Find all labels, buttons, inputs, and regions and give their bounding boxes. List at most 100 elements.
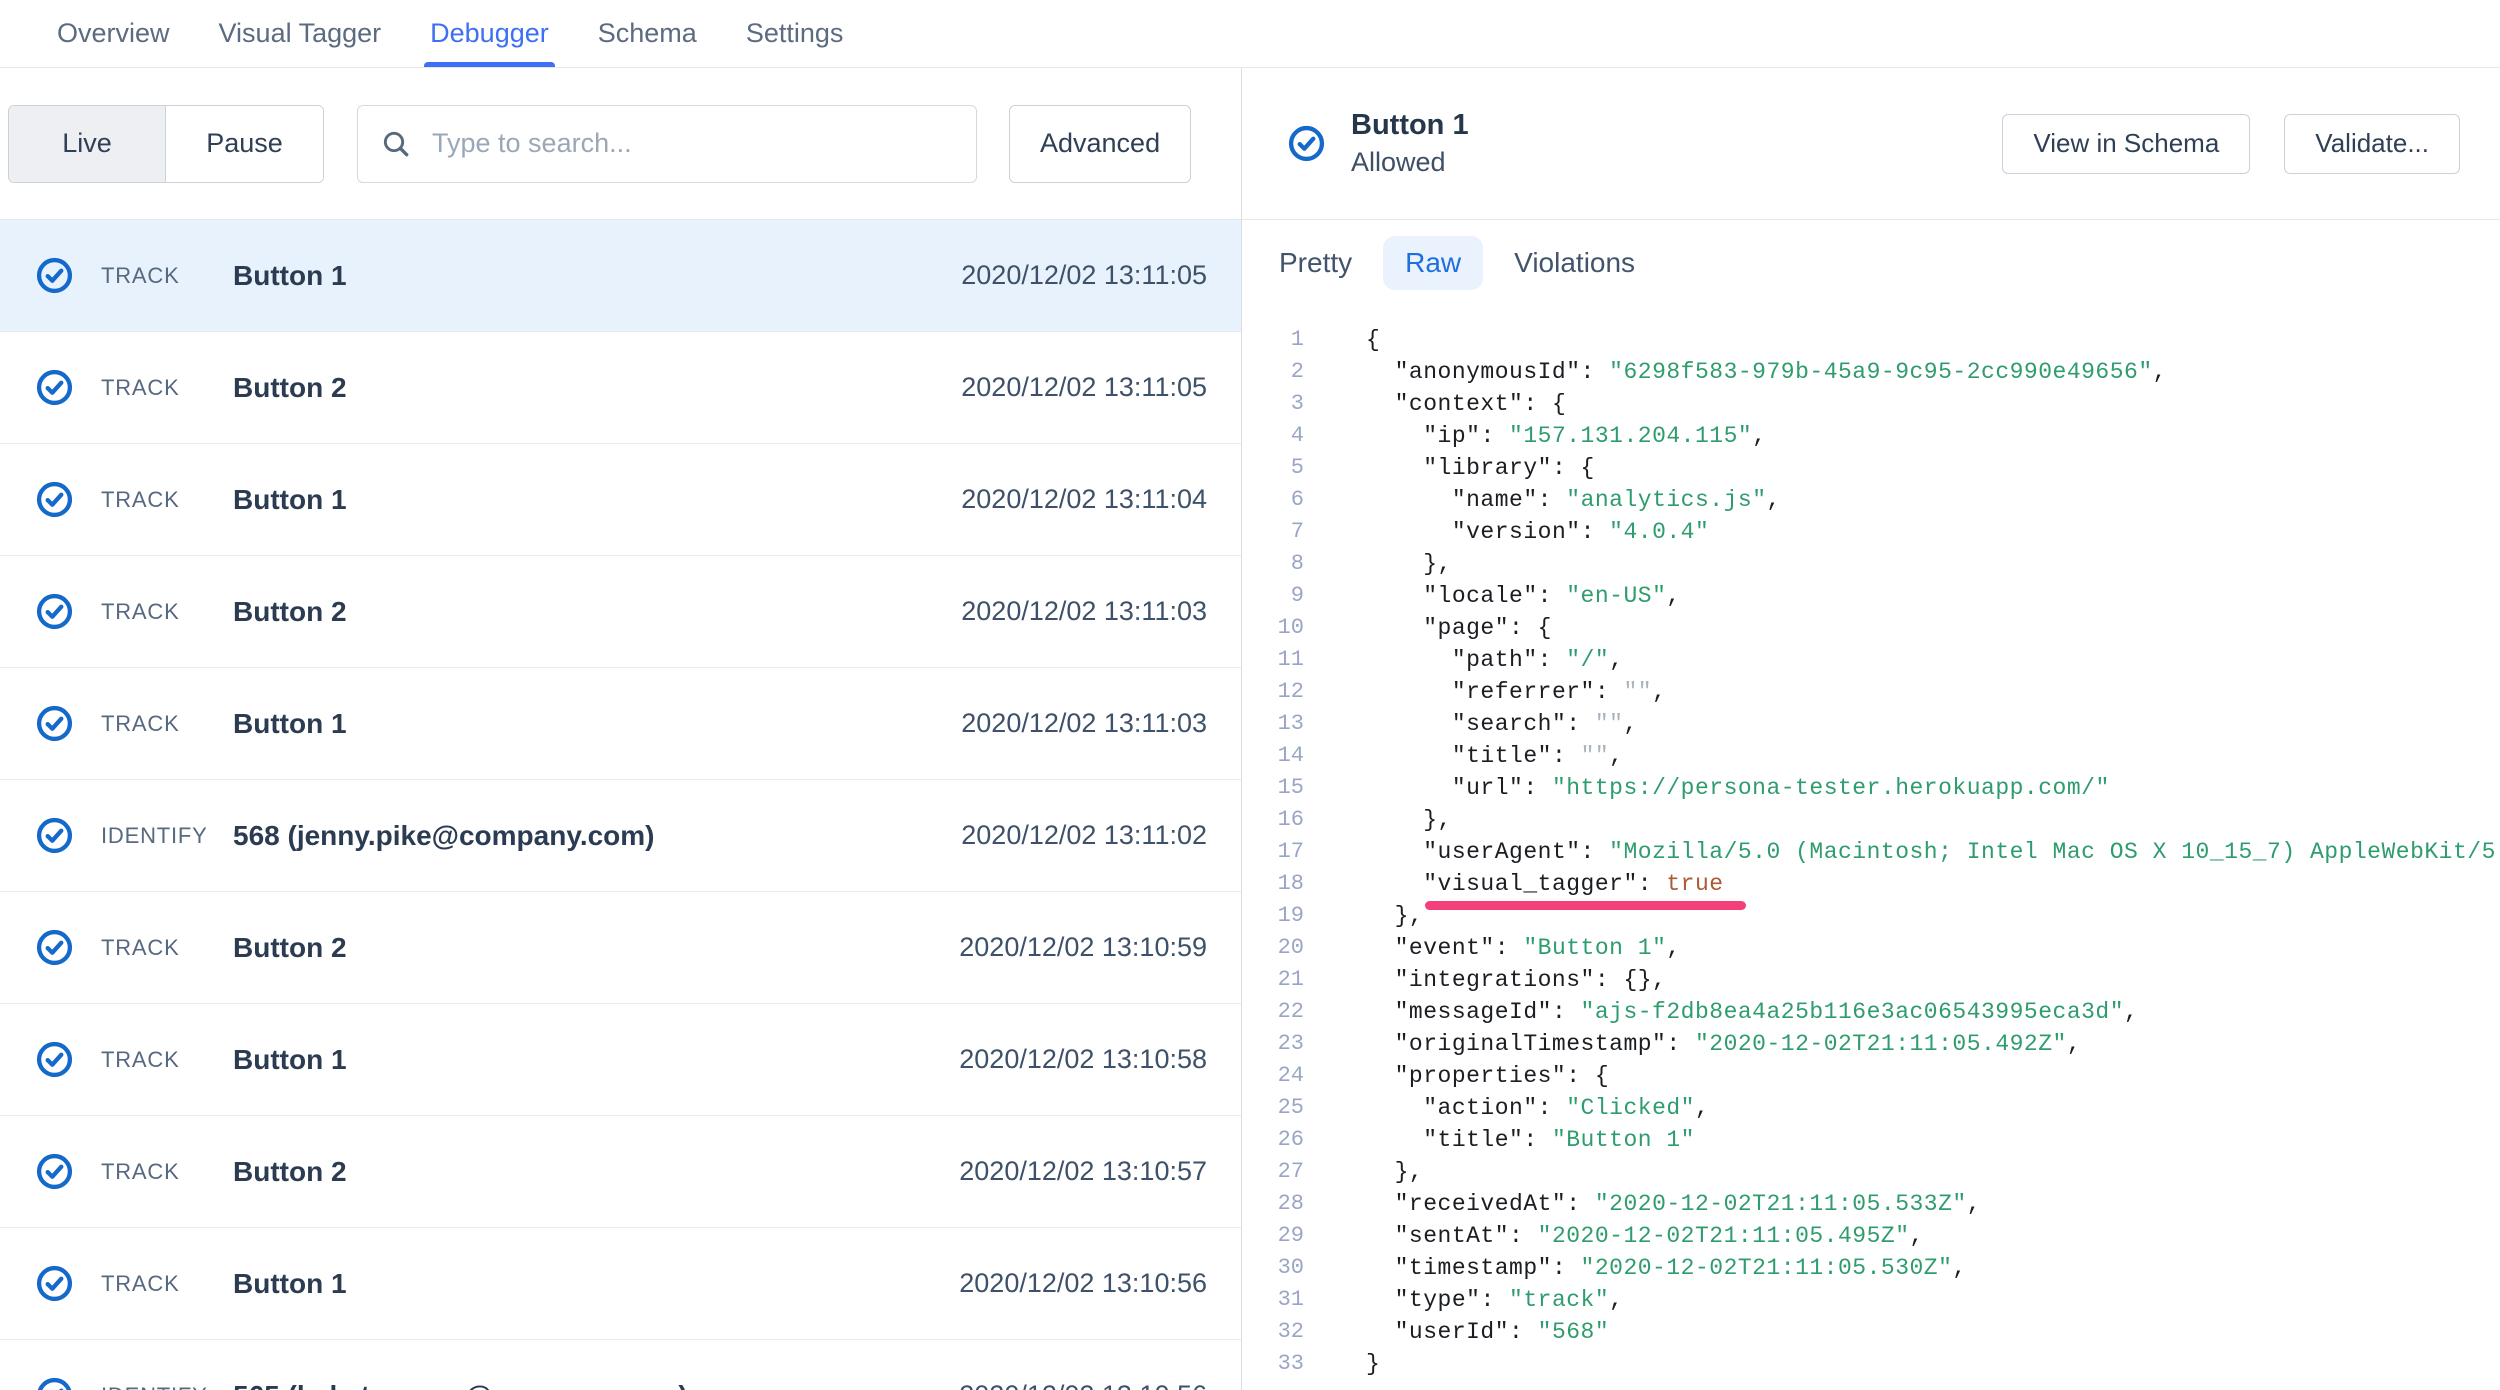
line-number: 9 bbox=[1242, 580, 1304, 612]
code-text: "userId": "568" bbox=[1304, 1316, 1609, 1348]
line-number: 6 bbox=[1242, 484, 1304, 516]
line-number: 21 bbox=[1242, 964, 1304, 996]
event-row[interactable]: TRACK Button 2 2020/12/02 13:10:59 bbox=[0, 892, 1241, 1004]
line-number: 33 bbox=[1242, 1348, 1304, 1380]
code-text: "receivedAt": "2020-12-02T21:11:05.533Z"… bbox=[1304, 1188, 1981, 1220]
line-number: 16 bbox=[1242, 804, 1304, 836]
code-text: "integrations": {}, bbox=[1304, 964, 1666, 996]
event-type-label: TRACK bbox=[101, 1159, 233, 1185]
nav-item[interactable]: Schema bbox=[598, 0, 697, 67]
line-number: 3 bbox=[1242, 388, 1304, 420]
detail-tab-label: Raw bbox=[1405, 247, 1461, 278]
line-number: 28 bbox=[1242, 1188, 1304, 1220]
event-allowed-check-icon bbox=[36, 929, 73, 966]
event-timestamp: 2020/12/02 13:10:57 bbox=[959, 1156, 1207, 1187]
event-row[interactable]: TRACK Button 1 2020/12/02 13:11:05 bbox=[0, 220, 1241, 332]
code-text: "event": "Button 1", bbox=[1304, 932, 1681, 964]
advanced-button[interactable]: Advanced bbox=[1009, 105, 1191, 183]
line-number: 29 bbox=[1242, 1220, 1304, 1252]
code-text: }, bbox=[1304, 548, 1452, 580]
code-text: "type": "track", bbox=[1304, 1284, 1623, 1316]
event-row[interactable]: TRACK Button 2 2020/12/02 13:11:03 bbox=[0, 556, 1241, 668]
code-line: 4 "ip": "157.131.204.115", bbox=[1242, 420, 2500, 452]
event-detail-panel: Button 1 Allowed View in Schema Validate… bbox=[1242, 68, 2500, 1390]
event-row[interactable]: TRACK Button 1 2020/12/02 13:11:03 bbox=[0, 668, 1241, 780]
nav-item-label: Overview bbox=[57, 18, 170, 49]
line-number: 30 bbox=[1242, 1252, 1304, 1284]
line-number: 19 bbox=[1242, 900, 1304, 932]
code-text: "properties": { bbox=[1304, 1060, 1609, 1092]
line-number: 8 bbox=[1242, 548, 1304, 580]
code-line: 28 "receivedAt": "2020-12-02T21:11:05.53… bbox=[1242, 1188, 2500, 1220]
detail-tab[interactable]: Raw bbox=[1383, 236, 1483, 290]
code-line: 9 "locale": "en-US", bbox=[1242, 580, 2500, 612]
line-number: 22 bbox=[1242, 996, 1304, 1028]
line-number: 32 bbox=[1242, 1316, 1304, 1348]
pause-toggle-button[interactable]: Pause bbox=[166, 106, 323, 182]
event-row[interactable]: TRACK Button 2 2020/12/02 13:11:05 bbox=[0, 332, 1241, 444]
event-type-label: TRACK bbox=[101, 1047, 233, 1073]
event-timestamp: 2020/12/02 13:11:03 bbox=[961, 708, 1207, 739]
event-type-label: TRACK bbox=[101, 263, 233, 289]
code-line: 29 "sentAt": "2020-12-02T21:11:05.495Z", bbox=[1242, 1220, 2500, 1252]
code-line: 21 "integrations": {}, bbox=[1242, 964, 2500, 996]
nav-item[interactable]: Settings bbox=[746, 0, 844, 67]
event-row[interactable]: TRACK Button 1 2020/12/02 13:10:56 bbox=[0, 1228, 1241, 1340]
detail-tab[interactable]: Pretty bbox=[1257, 236, 1374, 290]
event-name: Button 1 bbox=[233, 484, 961, 516]
search-input[interactable] bbox=[430, 127, 954, 160]
detail-tab-label: Pretty bbox=[1279, 247, 1352, 278]
raw-json-viewer[interactable]: 1{2 "anonymousId": "6298f583-979b-45a9-9… bbox=[1242, 290, 2500, 1390]
code-line: 2 "anonymousId": "6298f583-979b-45a9-9c9… bbox=[1242, 356, 2500, 388]
code-line: 18 "visual_tagger": true bbox=[1242, 868, 2500, 900]
code-text: "ip": "157.131.204.115", bbox=[1304, 420, 1767, 452]
main-split: Live Pause Advanced TRACK Button bbox=[0, 68, 2500, 1390]
code-line: 32 "userId": "568" bbox=[1242, 1316, 2500, 1348]
event-allowed-check-icon bbox=[36, 1265, 73, 1302]
code-line: 25 "action": "Clicked", bbox=[1242, 1092, 2500, 1124]
event-row[interactable]: TRACK Button 2 2020/12/02 13:10:57 bbox=[0, 1116, 1241, 1228]
event-name: Button 2 bbox=[233, 596, 961, 628]
event-name: Button 2 bbox=[233, 1156, 959, 1188]
nav-item[interactable]: Overview bbox=[57, 0, 170, 67]
code-text: "timestamp": "2020-12-02T21:11:05.530Z", bbox=[1304, 1252, 1967, 1284]
event-row[interactable]: IDENTIFY 565 (hal.sturgeon@company.com) … bbox=[0, 1340, 1241, 1390]
nav-item-label: Visual Tagger bbox=[219, 18, 382, 49]
validate-button[interactable]: Validate... bbox=[2284, 114, 2460, 174]
code-text: "page": { bbox=[1304, 612, 1552, 644]
code-text: "originalTimestamp": "2020-12-02T21:11:0… bbox=[1304, 1028, 2081, 1060]
line-number: 14 bbox=[1242, 740, 1304, 772]
event-name: Button 2 bbox=[233, 932, 959, 964]
detail-tab[interactable]: Violations bbox=[1492, 236, 1657, 290]
event-allowed-check-icon bbox=[36, 257, 73, 294]
code-line: 33} bbox=[1242, 1348, 2500, 1380]
nav-item-label: Debugger bbox=[430, 18, 549, 49]
debugger-app: Overview Visual Tagger Debugger Schema S… bbox=[0, 0, 2500, 1390]
event-stream-panel: Live Pause Advanced TRACK Button bbox=[0, 68, 1242, 1390]
view-in-schema-button[interactable]: View in Schema bbox=[2002, 114, 2250, 174]
line-number: 18 bbox=[1242, 868, 1304, 900]
nav-item[interactable]: Visual Tagger bbox=[219, 0, 382, 67]
line-number: 10 bbox=[1242, 612, 1304, 644]
code-text: "locale": "en-US", bbox=[1304, 580, 1681, 612]
event-list: TRACK Button 1 2020/12/02 13:11:05 TRACK… bbox=[0, 220, 1241, 1390]
event-name: Button 1 bbox=[233, 708, 961, 740]
line-number: 15 bbox=[1242, 772, 1304, 804]
nav-item[interactable]: Debugger bbox=[430, 0, 549, 67]
event-row[interactable]: IDENTIFY 568 (jenny.pike@company.com) 20… bbox=[0, 780, 1241, 892]
live-toggle-button[interactable]: Live bbox=[9, 106, 166, 182]
code-line: 6 "name": "analytics.js", bbox=[1242, 484, 2500, 516]
code-line: 5 "library": { bbox=[1242, 452, 2500, 484]
code-text: "name": "analytics.js", bbox=[1304, 484, 1781, 516]
line-number: 13 bbox=[1242, 708, 1304, 740]
event-type-label: TRACK bbox=[101, 711, 233, 737]
detail-tab-label: Violations bbox=[1514, 247, 1635, 278]
search-box[interactable] bbox=[357, 105, 977, 183]
event-timestamp: 2020/12/02 13:10:56 bbox=[959, 1268, 1207, 1299]
top-nav: Overview Visual Tagger Debugger Schema S… bbox=[0, 0, 2500, 68]
code-text: }, bbox=[1304, 900, 1423, 932]
event-row[interactable]: TRACK Button 1 2020/12/02 13:10:58 bbox=[0, 1004, 1241, 1116]
event-row[interactable]: TRACK Button 1 2020/12/02 13:11:04 bbox=[0, 444, 1241, 556]
code-line: 13 "search": "", bbox=[1242, 708, 2500, 740]
code-line: 12 "referrer": "", bbox=[1242, 676, 2500, 708]
